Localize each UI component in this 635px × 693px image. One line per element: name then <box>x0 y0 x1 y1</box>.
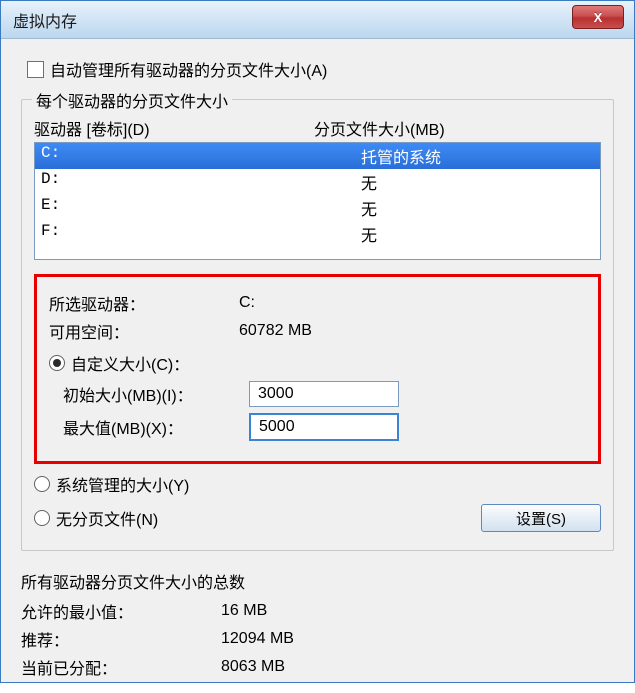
no-paging-label: 无分页文件(N) <box>56 506 158 530</box>
set-button-label: 设置(S) <box>516 508 566 529</box>
max-size-input[interactable] <box>249 413 399 441</box>
custom-size-highlight: 所选驱动器： C: 可用空间： 60782 MB 自定义大小(C)： 初始大小(… <box>34 274 601 464</box>
initial-size-label: 初始大小(MB)(I)： <box>49 382 249 406</box>
header-paging-col: 分页文件大小(MB) <box>314 116 601 140</box>
checkbox-icon <box>27 61 44 78</box>
radio-icon <box>34 476 50 492</box>
drive-paging: 无 <box>361 170 594 194</box>
free-space-row: 可用空间： 60782 MB <box>49 319 586 343</box>
drive-row-d[interactable]: D: 无 <box>35 169 600 195</box>
selected-drive-row: 所选驱动器： C: <box>49 291 586 315</box>
auto-manage-label: 自动管理所有驱动器的分页文件大小(A) <box>50 57 327 81</box>
no-paging-radio[interactable]: 无分页文件(N) <box>34 506 475 530</box>
free-space-label: 可用空间： <box>49 319 239 343</box>
recommended-label: 推荐： <box>21 627 221 651</box>
radio-icon <box>34 510 50 526</box>
set-button[interactable]: 设置(S) <box>481 504 601 532</box>
recommended-value: 12094 MB <box>221 630 294 648</box>
close-icon: X <box>594 10 603 25</box>
drive-paging: 托管的系统 <box>361 144 594 168</box>
drive-paging: 无 <box>361 196 594 220</box>
free-space-value: 60782 MB <box>239 322 312 340</box>
system-managed-label: 系统管理的大小(Y) <box>56 472 189 496</box>
max-size-label: 最大值(MB)(X)： <box>49 415 249 439</box>
min-row: 允许的最小值： 16 MB <box>21 599 614 623</box>
no-paging-radio-row: 无分页文件(N) 设置(S) <box>34 504 601 532</box>
min-label: 允许的最小值： <box>21 599 221 623</box>
content-area: 自动管理所有驱动器的分页文件大小(A) 每个驱动器的分页文件大小 驱动器 [卷标… <box>1 39 634 693</box>
radio-icon <box>49 355 65 371</box>
totals-section: 所有驱动器分页文件大小的总数 允许的最小值： 16 MB 推荐： 12094 M… <box>21 569 614 679</box>
drive-letter: C: <box>41 144 361 168</box>
other-options: 系统管理的大小(Y) 无分页文件(N) 设置(S) <box>34 472 601 532</box>
initial-size-input[interactable] <box>249 381 399 407</box>
custom-size-radio[interactable]: 自定义大小(C)： <box>49 351 586 375</box>
max-size-row: 最大值(MB)(X)： <box>49 413 586 441</box>
custom-size-label: 自定义大小(C)： <box>71 351 189 375</box>
auto-manage-checkbox-row[interactable]: 自动管理所有驱动器的分页文件大小(A) <box>27 57 614 81</box>
current-row: 当前已分配： 8063 MB <box>21 655 614 679</box>
drive-letter: F: <box>41 222 361 246</box>
drive-list-header: 驱动器 [卷标](D) 分页文件大小(MB) <box>34 116 601 140</box>
drive-letter: E: <box>41 196 361 220</box>
drives-fieldset: 每个驱动器的分页文件大小 驱动器 [卷标](D) 分页文件大小(MB) C: 托… <box>21 99 614 551</box>
drive-row-f[interactable]: F: 无 <box>35 221 600 247</box>
drive-paging: 无 <box>361 222 594 246</box>
header-drive-col: 驱动器 [卷标](D) <box>34 116 314 140</box>
drive-row-e[interactable]: E: 无 <box>35 195 600 221</box>
virtual-memory-dialog: 虚拟内存 X 自动管理所有驱动器的分页文件大小(A) 每个驱动器的分页文件大小 … <box>0 0 635 683</box>
current-label: 当前已分配： <box>21 655 221 679</box>
selected-drive-value: C: <box>239 294 255 312</box>
recommended-row: 推荐： 12094 MB <box>21 627 614 651</box>
system-managed-radio[interactable]: 系统管理的大小(Y) <box>34 472 601 496</box>
close-button[interactable]: X <box>572 5 624 29</box>
drive-letter: D: <box>41 170 361 194</box>
window-title: 虚拟内存 <box>1 8 77 32</box>
totals-heading: 所有驱动器分页文件大小的总数 <box>21 569 614 593</box>
drives-legend: 每个驱动器的分页文件大小 <box>32 88 232 112</box>
titlebar: 虚拟内存 X <box>1 1 634 39</box>
initial-size-row: 初始大小(MB)(I)： <box>49 381 586 407</box>
selected-drive-label: 所选驱动器： <box>49 291 239 315</box>
drive-list[interactable]: C: 托管的系统 D: 无 E: 无 F: 无 <box>34 142 601 260</box>
current-value: 8063 MB <box>221 658 285 676</box>
min-value: 16 MB <box>221 602 267 620</box>
drive-row-c[interactable]: C: 托管的系统 <box>35 143 600 169</box>
